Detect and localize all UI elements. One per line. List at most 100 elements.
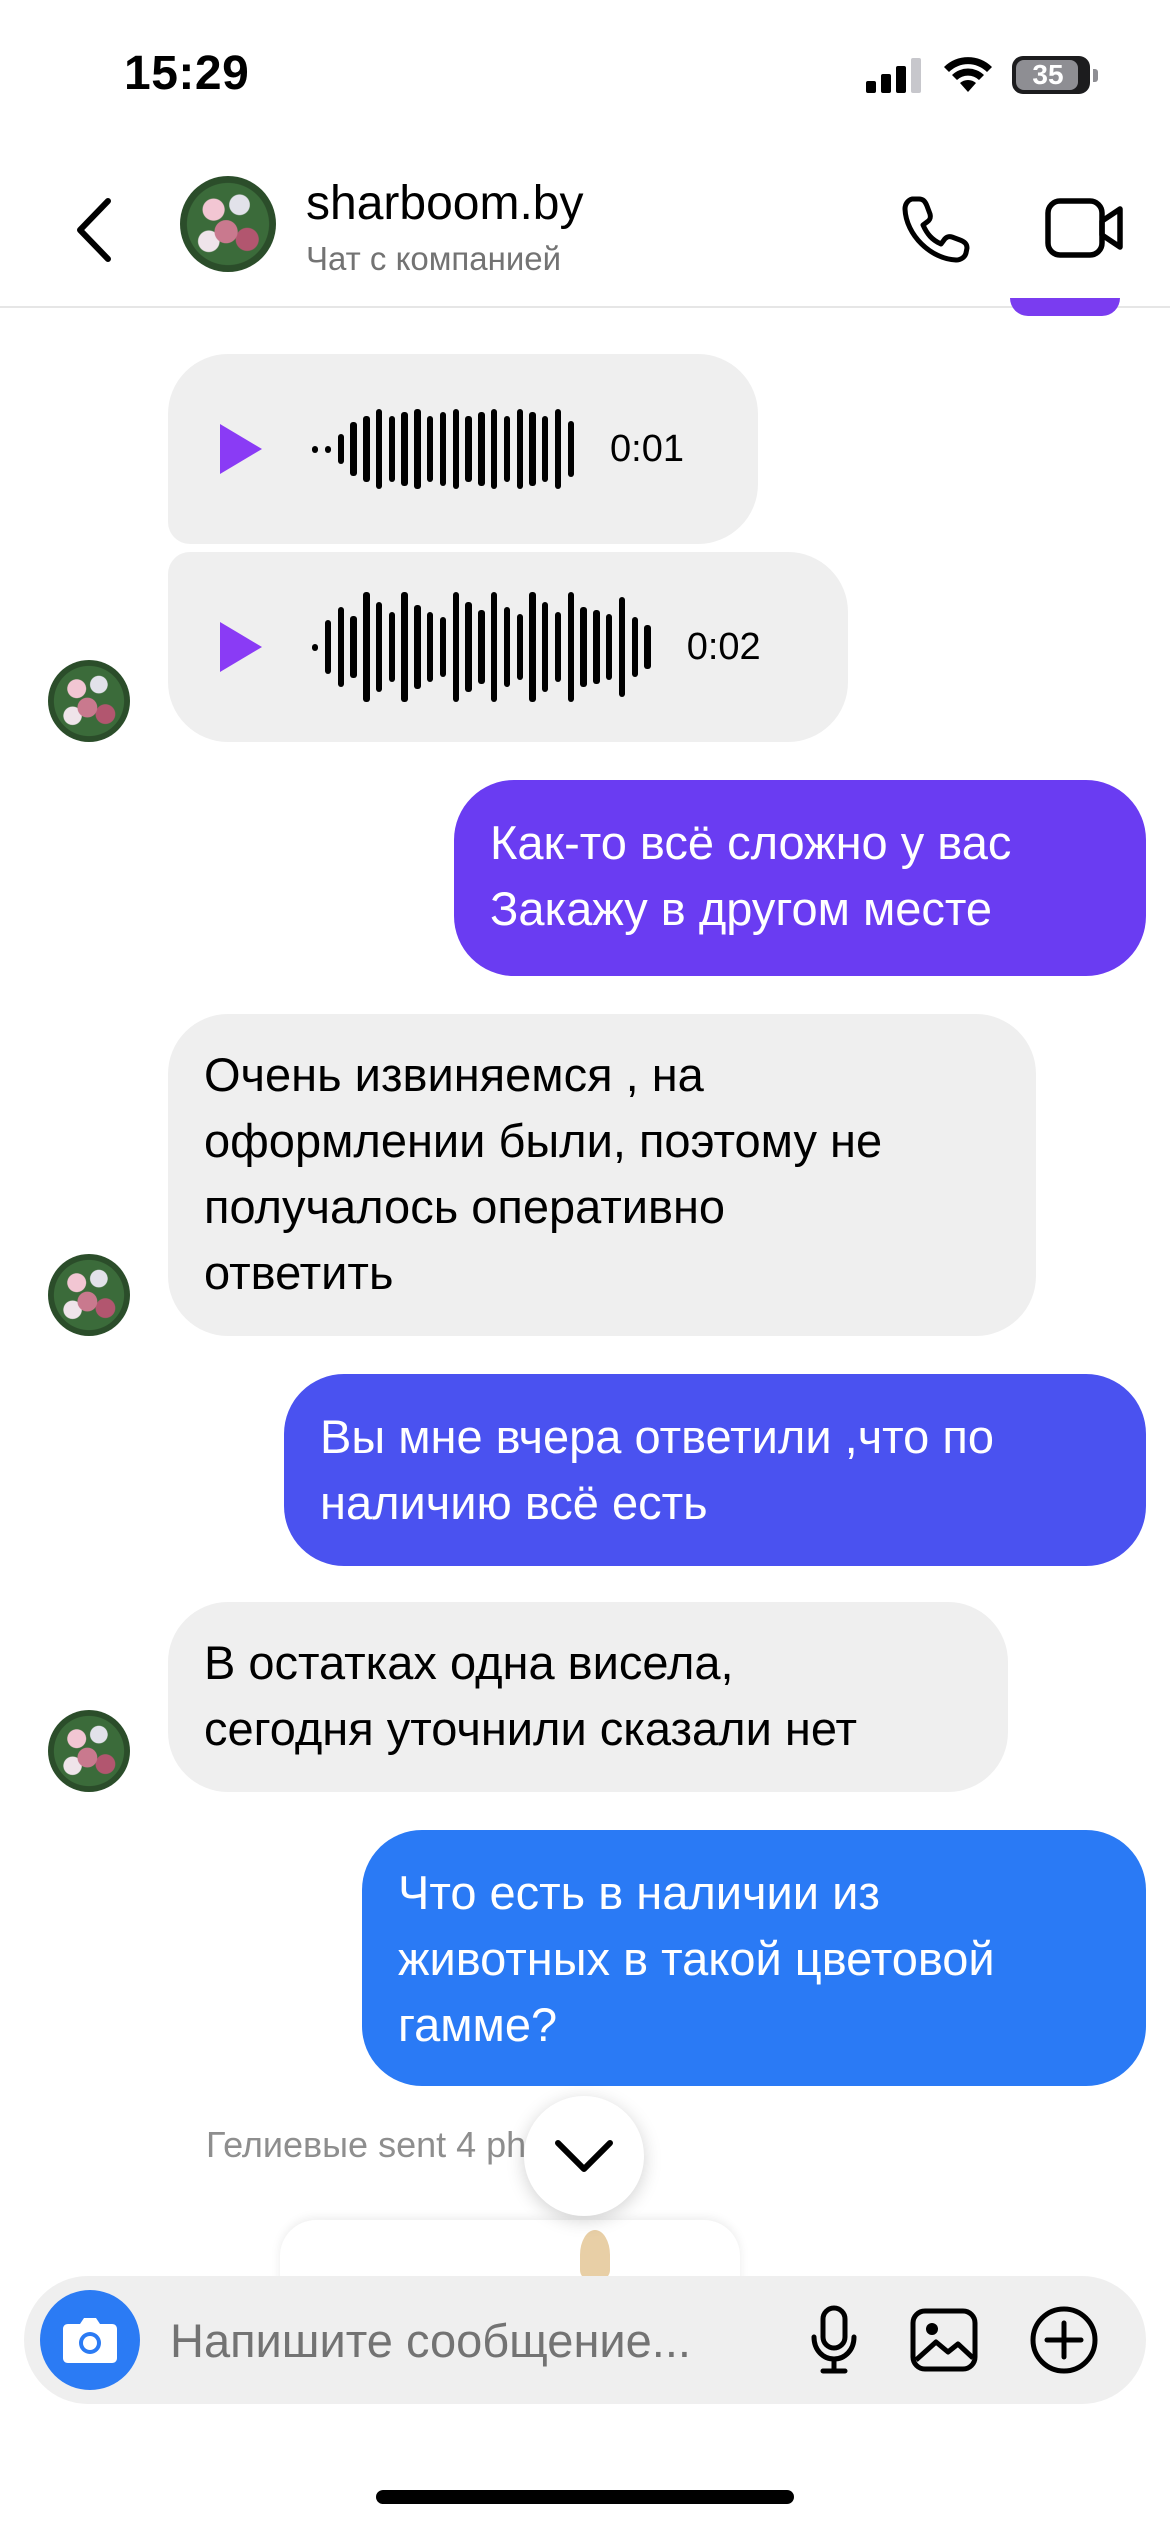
outgoing-message[interactable]: Что есть в наличии из животных в такой ц… — [362, 1830, 1146, 2086]
waveform-bar — [529, 592, 536, 702]
waveform-bar — [465, 602, 472, 692]
waveform-bar — [363, 592, 370, 702]
call-button[interactable] — [896, 188, 976, 268]
audio-waveform — [312, 409, 575, 489]
waveform-bar — [529, 412, 536, 486]
microphone-icon — [811, 2305, 857, 2374]
waveform-bar — [503, 416, 511, 482]
waveform-bar — [465, 416, 472, 482]
voice-duration: 0:01 — [610, 428, 684, 470]
waveform-bar — [452, 409, 459, 489]
waveform-bar — [605, 614, 613, 680]
waveform-bar — [644, 625, 651, 669]
sender-avatar[interactable] — [48, 1254, 130, 1336]
outgoing-message[interactable]: Вы мне вчера ответили ,что по наличию вс… — [284, 1374, 1146, 1566]
waveform-bar — [478, 610, 485, 684]
waveform-bar — [503, 607, 511, 687]
play-icon[interactable] — [220, 622, 262, 672]
waveform-bar — [567, 592, 575, 702]
waveform-bar — [439, 412, 447, 486]
phone-icon — [902, 196, 970, 263]
home-indicator — [376, 2490, 794, 2504]
waveform-bar — [350, 422, 357, 476]
more-options-button[interactable] — [1024, 2300, 1104, 2380]
waveform-bar — [554, 612, 562, 682]
voice-duration: 0:02 — [686, 626, 761, 668]
status-time: 15:29 — [124, 47, 250, 100]
waveform-bar — [414, 605, 421, 689]
waveform-bar — [542, 602, 549, 692]
sender-avatar[interactable] — [48, 1710, 130, 1792]
voice-message[interactable]: 0:01 — [168, 354, 758, 544]
chevron-left-icon — [77, 198, 111, 262]
waveform-bar — [516, 614, 523, 680]
waveform-bar — [312, 643, 319, 651]
waveform-bar — [401, 412, 408, 486]
plus-circle-icon — [1030, 2306, 1098, 2374]
message-composer — [24, 2276, 1146, 2404]
waveform-bar — [490, 592, 498, 702]
waveform-bar — [593, 610, 600, 684]
waveform-bar — [388, 416, 396, 482]
cellular-signal-icon — [866, 58, 921, 93]
waveform-bar — [542, 416, 549, 482]
waveform-bar — [478, 412, 485, 486]
play-icon[interactable] — [220, 424, 262, 474]
incoming-message[interactable]: Очень извиняемся , на оформлении были, п… — [168, 1014, 1036, 1336]
video-call-button[interactable] — [1040, 188, 1130, 268]
waveform-bar — [516, 409, 523, 489]
chevron-down-icon — [555, 2140, 613, 2172]
battery-level: 35 — [1032, 59, 1064, 90]
camera-button[interactable] — [40, 2290, 140, 2390]
voice-message[interactable]: 0:02 — [168, 552, 848, 742]
waveform-bar — [337, 607, 344, 687]
status-bar: 15:29 35 — [0, 0, 1170, 150]
previous-message-edge — [1010, 298, 1120, 316]
waveform-bar — [337, 434, 344, 464]
status-icons: 35 — [866, 56, 1098, 94]
message-text: Что есть в наличии из животных в такой ц… — [398, 1866, 995, 2051]
video-camera-icon — [1045, 198, 1123, 258]
waveform-bar — [350, 616, 357, 678]
waveform-bar — [580, 607, 587, 687]
company-avatar[interactable] — [180, 176, 276, 272]
waveform-bar — [401, 592, 408, 702]
waveform-bar — [554, 409, 562, 489]
image-icon — [910, 2308, 978, 2372]
camera-icon — [63, 2318, 117, 2363]
sender-avatar[interactable] — [48, 660, 130, 742]
battery-icon: 35 — [1012, 56, 1098, 94]
message-input[interactable] — [170, 2300, 790, 2380]
waveform-bar — [439, 617, 447, 677]
chat-header: sharboom.by Чат с компанией — [0, 150, 1170, 308]
voice-record-button[interactable] — [794, 2300, 874, 2380]
waveform-bar — [375, 409, 383, 489]
waveform-bar — [312, 445, 319, 453]
message-text: В остатках одна висела, сегодня уточнили… — [204, 1636, 857, 1755]
chat-title[interactable]: sharboom.by — [306, 176, 583, 231]
waveform-bar — [452, 592, 459, 702]
message-text: Как-то всё сложно у вас Закажу в другом … — [490, 816, 1012, 935]
waveform-bar — [414, 409, 421, 489]
waveform-bar — [375, 602, 383, 692]
audio-waveform — [312, 592, 651, 702]
waveform-bar — [427, 612, 434, 682]
message-text: Очень извиняемся , на оформлении были, п… — [204, 1048, 883, 1299]
waveform-bar — [388, 612, 396, 682]
chat-subtitle: Чат с компанией — [306, 240, 562, 277]
waveform-bar — [324, 445, 332, 453]
waveform-bar — [567, 421, 575, 477]
scroll-to-bottom-button[interactable] — [524, 2096, 644, 2216]
waveform-bar — [618, 597, 626, 697]
gallery-button[interactable] — [904, 2300, 984, 2380]
outgoing-message[interactable]: Как-то всё сложно у вас Закажу в другом … — [454, 780, 1146, 976]
back-button[interactable] — [64, 190, 124, 270]
waveform-bar — [490, 409, 498, 489]
wifi-icon — [944, 57, 992, 92]
waveform-bar — [324, 620, 332, 674]
incoming-message[interactable]: В остатках одна висела, сегодня уточнили… — [168, 1602, 1008, 1792]
waveform-bar — [427, 416, 434, 482]
message-text: Вы мне вчера ответили ,что по наличию вс… — [320, 1410, 994, 1529]
waveform-bar — [363, 416, 370, 482]
waveform-bar — [631, 617, 638, 677]
